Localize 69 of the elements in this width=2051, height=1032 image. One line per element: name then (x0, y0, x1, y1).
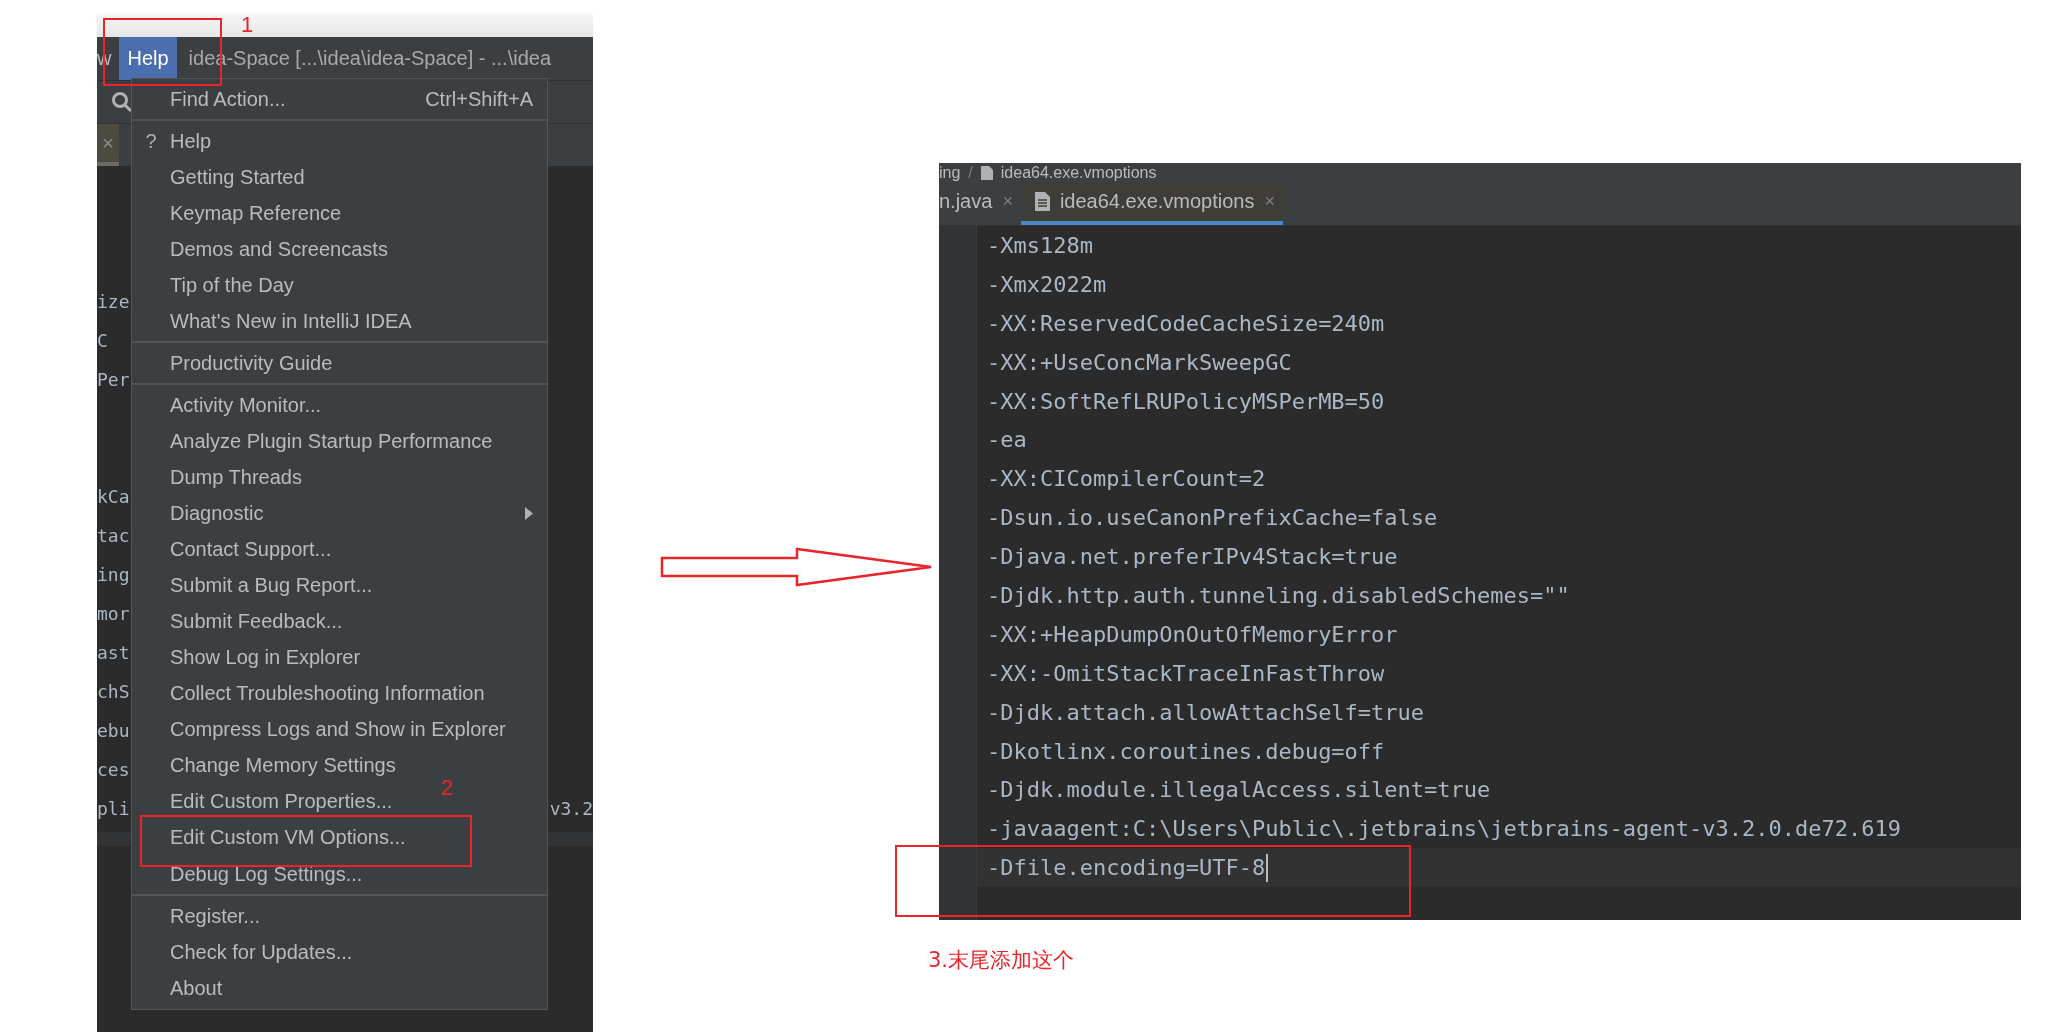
code-line: -javaagent:C:\Users\Public\.jetbrains\jetbrains-agent-v3.2.0.de72.619 (987, 816, 1901, 842)
menu-item[interactable]: Tip of the Day (132, 267, 298, 304)
step-label: 2 (441, 777, 454, 799)
menu-item[interactable]: Keymap Reference (132, 195, 346, 232)
code-line: -Djava.net.preferIPv4Stack=true (987, 544, 1398, 570)
menu-item[interactable]: Check for Updates... (132, 934, 357, 971)
breadcrumb-item[interactable]: ing (939, 163, 961, 182)
menu-item[interactable]: Analyze Plugin Startup Performance (132, 423, 497, 460)
code-fragment: v3.2 (549, 798, 593, 819)
code-fragment: Per (97, 369, 130, 390)
code-line: -Djdk.attach.allowAttachSelf=true (987, 699, 1425, 725)
code-line: -XX:ReservedCodeCacheSize=240m (987, 310, 1385, 336)
editor-tab[interactable]: idea64.exe.vmoptions × (1020, 182, 1283, 225)
menu-item[interactable]: Diagnostic (132, 495, 547, 532)
code-line: -Xmx2022m (987, 271, 1107, 297)
breadcrumb-separator: / (968, 163, 973, 182)
code-fragment: tac (97, 525, 130, 546)
menu-bar-item[interactable]: Help (119, 37, 177, 80)
menu-item[interactable]: Activity Monitor... (132, 387, 326, 424)
menu-item[interactable]: Submit a Bug Report... (132, 567, 377, 604)
code-fragment: ize (97, 291, 130, 312)
search-icon[interactable] (111, 91, 133, 113)
code-line: -XX:+UseConcMarkSweepGC (987, 349, 1292, 375)
menu-item[interactable]: Demos and Screencasts (132, 231, 392, 268)
menu-item[interactable]: What's New in IntelliJ IDEA (132, 303, 416, 340)
code-line: -XX:-OmitStackTraceInFastThrow (987, 660, 1385, 686)
menu-item[interactable]: Compress Logs and Show in Explorer (132, 711, 510, 748)
breadcrumb-item[interactable]: idea64.exe.vmoptions (1000, 163, 1157, 182)
code-line: -XX:SoftRefLRUPolicyMSPerMB=50 (987, 388, 1385, 414)
code-fragment: ebu (97, 720, 130, 741)
menu-item[interactable]: Edit Custom VM Options... (132, 819, 410, 856)
code-fragment: ast (97, 642, 130, 663)
code-line: -ea (987, 427, 1027, 453)
text-caret (1266, 853, 1269, 882)
menu-item[interactable]: Productivity Guide (132, 345, 337, 382)
menu-item[interactable]: ? Help (132, 123, 216, 160)
code-line: -Djdk.module.illegalAccess.silent=true (987, 777, 1491, 803)
code-line: -Xms128m (987, 232, 1093, 258)
submenu-arrow-icon (525, 507, 533, 521)
code-fragment: kCa (97, 486, 130, 507)
code-fragment: mor (97, 603, 130, 624)
menu-item[interactable]: Edit Custom Properties... (132, 783, 397, 820)
menu-item[interactable]: Find Action... Ctrl+Shift+A (132, 81, 547, 118)
code-line: -Dfile.encoding=UTF-8 (987, 855, 1266, 881)
code-line: -Djdk.http.auth.tunneling.disabledSchemes="" (987, 582, 1570, 608)
code-line: -XX:+HeapDumpOnOutOfMemoryError (987, 621, 1398, 647)
menu-item[interactable]: Change Memory Settings (132, 747, 400, 784)
editor-tab[interactable]: n.java × (939, 182, 1021, 225)
menu-item[interactable]: About (132, 970, 227, 1007)
menu-item[interactable]: Collect Troubleshooting Information (132, 675, 489, 712)
code-fragment: chS (97, 681, 130, 702)
code-line: -Dkotlinx.coroutines.debug=off (987, 738, 1385, 764)
code-line: -Dsun.io.useCanonPrefixCache=false (987, 505, 1438, 531)
code-fragment: C (97, 330, 108, 351)
step-label: 1 (241, 14, 254, 36)
code-fragment: pli (97, 798, 130, 819)
file-icon (980, 165, 993, 180)
menu-item[interactable]: Debug Log Settings... (132, 856, 367, 893)
code-fragment: ing (97, 564, 130, 585)
file-icon (1034, 192, 1050, 211)
menu-item[interactable]: Submit Feedback... (132, 603, 347, 640)
code-fragment: ces (97, 759, 130, 780)
menu-item[interactable]: Contact Support... (132, 531, 336, 568)
menu-item[interactable]: Getting Started (132, 159, 309, 196)
menu-item[interactable]: Register... (132, 898, 265, 935)
menu-item[interactable]: Show Log in Explorer (132, 639, 365, 676)
step-label: 3.末尾添加这个 (928, 950, 1075, 971)
code-line: -XX:CICompilerCount=2 (987, 466, 1266, 492)
menu-item[interactable]: Dump Threads (132, 459, 306, 496)
